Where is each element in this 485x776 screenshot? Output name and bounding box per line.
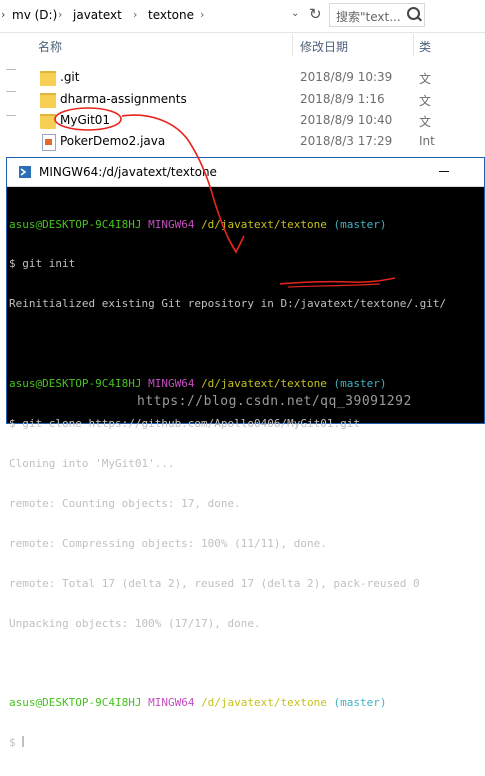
prompt-line: asus@DESKTOP-9C4I8HJ MINGW64 /d/javatext… bbox=[9, 218, 479, 231]
prompt-branch: (master) bbox=[333, 217, 387, 231]
column-divider[interactable] bbox=[413, 34, 414, 56]
refresh-icon[interactable]: ↻ bbox=[309, 5, 322, 23]
file-date: 2018/8/9 1:16 bbox=[300, 92, 385, 106]
prompt-line: asus@DESKTOP-9C4I8HJ MINGW64 /d/javatext… bbox=[9, 696, 479, 709]
search-icon[interactable] bbox=[407, 7, 420, 20]
prompt-path: /d/javatext/textone bbox=[201, 696, 327, 710]
file-row[interactable]: PokerDemo2.java 2018/8/3 17:29 Int bbox=[30, 131, 485, 153]
file-date: 2018/8/3 17:29 bbox=[300, 134, 393, 148]
column-header-date[interactable]: 修改日期 bbox=[300, 38, 348, 55]
terminal-title-bar[interactable]: MINGW64:/d/javatext/textone bbox=[7, 158, 484, 187]
prompt-user: asus@DESKTOP-9C4I8HJ bbox=[9, 696, 142, 710]
breadcrumb-javatext[interactable]: javatext bbox=[73, 8, 122, 22]
file-type: 文 bbox=[419, 94, 432, 108]
text-cursor bbox=[22, 736, 25, 748]
navigation-pane[interactable] bbox=[0, 33, 22, 160]
input-line[interactable]: $ bbox=[9, 736, 479, 749]
breadcrumb-textone[interactable]: textone bbox=[148, 8, 194, 22]
search-input[interactable]: 搜索"text... bbox=[329, 3, 425, 27]
chevron-right-icon[interactable]: › bbox=[58, 8, 62, 21]
watermark: https://blog.csdn.net/qq_39091292 bbox=[137, 394, 412, 409]
output-line: Unpacking objects: 100% (17/17), done. bbox=[9, 616, 261, 630]
column-header-name[interactable]: 名称 bbox=[38, 38, 62, 55]
minimize-icon[interactable] bbox=[439, 171, 449, 172]
folder-icon bbox=[40, 114, 56, 129]
address-bar[interactable]: › mv (D:) › javatext › textone › ⌄ ↻ 搜索"… bbox=[0, 0, 485, 33]
output-line: remote: Total 17 (delta 2), reused 17 (d… bbox=[9, 576, 420, 590]
file-name: dharma-assignments bbox=[60, 92, 187, 106]
file-row[interactable]: .git 2018/8/9 10:39 文 bbox=[30, 67, 485, 89]
output-line: Cloning into 'MyGit01'... bbox=[9, 456, 175, 470]
output-line: remote: Compressing objects: 100% (11/11… bbox=[9, 536, 327, 550]
command-line: $ git init bbox=[9, 257, 76, 271]
column-header-type[interactable]: 类 bbox=[419, 38, 431, 55]
prompt-user: asus@DESKTOP-9C4I8HJ bbox=[9, 377, 142, 391]
nav-divider bbox=[6, 69, 16, 70]
file-date: 2018/8/9 10:39 bbox=[300, 70, 393, 84]
prompt-line: asus@DESKTOP-9C4I8HJ MINGW64 /d/javatext… bbox=[9, 377, 479, 390]
file-name: .git bbox=[60, 70, 80, 84]
prompt-branch: (master) bbox=[333, 696, 387, 710]
nav-divider bbox=[6, 91, 16, 92]
mingw-logo-icon bbox=[19, 166, 31, 178]
file-date: 2018/8/9 10:40 bbox=[300, 113, 393, 127]
prompt-env: MINGW64 bbox=[148, 377, 195, 391]
file-name: MyGit01 bbox=[60, 113, 111, 127]
terminal-title: MINGW64:/d/javatext/textone bbox=[39, 165, 217, 179]
chevron-right-icon[interactable]: › bbox=[1, 8, 5, 21]
prompt-branch: (master) bbox=[333, 377, 387, 391]
chevron-down-icon[interactable]: ⌄ bbox=[291, 8, 299, 19]
input-prompt: $ bbox=[9, 736, 23, 750]
output-line: remote: Counting objects: 17, done. bbox=[9, 496, 241, 510]
prompt-user: asus@DESKTOP-9C4I8HJ bbox=[9, 217, 142, 231]
file-row[interactable]: MyGit01 2018/8/9 10:40 文 bbox=[30, 110, 485, 132]
breadcrumb-drive[interactable]: mv (D:) bbox=[12, 8, 57, 22]
prompt-path: /d/javatext/textone bbox=[201, 377, 327, 391]
java-file-icon bbox=[42, 134, 56, 151]
folder-icon bbox=[40, 93, 56, 108]
folder-icon bbox=[40, 71, 56, 86]
output-line: Reinitialized existing Git repository in… bbox=[9, 297, 447, 311]
nav-divider bbox=[6, 115, 16, 116]
file-name: PokerDemo2.java bbox=[60, 134, 166, 148]
terminal-output[interactable]: asus@DESKTOP-9C4I8HJ MINGW64 /d/javatext… bbox=[9, 191, 479, 776]
file-row[interactable]: dharma-assignments 2018/8/9 1:16 文 bbox=[30, 89, 485, 111]
prompt-env: MINGW64 bbox=[148, 696, 195, 710]
chevron-right-icon[interactable]: › bbox=[200, 8, 204, 21]
column-divider[interactable] bbox=[292, 34, 293, 56]
chevron-right-icon[interactable]: › bbox=[133, 8, 137, 21]
terminal-window[interactable]: MINGW64:/d/javatext/textone asus@DESKTOP… bbox=[6, 157, 485, 749]
file-type: 文 bbox=[419, 115, 432, 129]
prompt-path: /d/javatext/textone bbox=[201, 217, 327, 231]
search-placeholder: 搜索"text... bbox=[336, 10, 401, 24]
file-explorer-window: › mv (D:) › javatext › textone › ⌄ ↻ 搜索"… bbox=[0, 0, 485, 160]
prompt-env: MINGW64 bbox=[148, 217, 195, 231]
file-type: Int bbox=[419, 134, 435, 148]
file-type: 文 bbox=[419, 72, 432, 86]
